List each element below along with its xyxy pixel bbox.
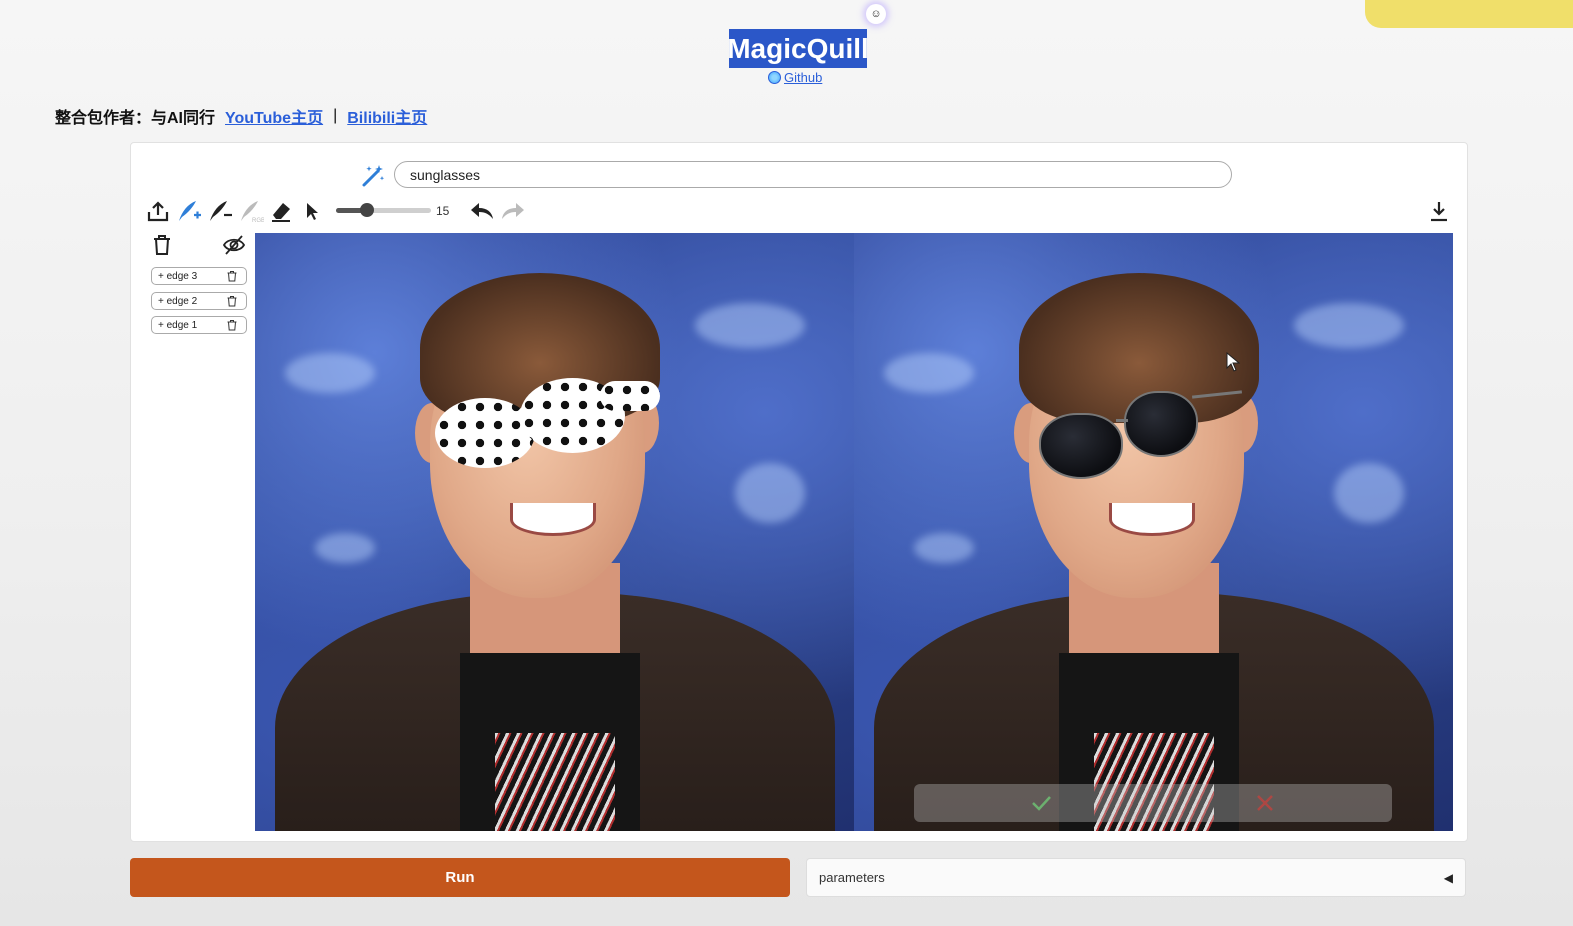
top-notice-tab[interactable]: [1365, 0, 1573, 28]
run-button[interactable]: Run: [130, 858, 790, 897]
collapse-arrow-icon[interactable]: ◀: [1444, 871, 1453, 885]
check-icon[interactable]: [1030, 792, 1052, 814]
layer-item[interactable]: + edge 2: [151, 292, 247, 310]
trash-icon[interactable]: [226, 319, 238, 331]
upload-icon[interactable]: [145, 198, 171, 224]
prompt-input[interactable]: [394, 161, 1232, 188]
layer-label: + edge 3: [158, 270, 198, 282]
parameters-label: parameters: [819, 870, 885, 885]
layer-item[interactable]: + edge 3: [151, 267, 247, 285]
download-icon[interactable]: [1426, 198, 1452, 224]
svg-text:RGB: RGB: [252, 218, 264, 223]
github-label[interactable]: Github: [784, 70, 822, 85]
avatar: ☺: [866, 4, 886, 24]
accept-reject-bar: [914, 784, 1392, 822]
pointer-icon[interactable]: [299, 198, 325, 224]
magic-wand-icon[interactable]: [361, 162, 387, 188]
input-canvas[interactable]: [255, 233, 854, 831]
credit-line: 整合包作者：与AI同行 YouTube主页 | Bilibili主页: [55, 104, 427, 128]
brush-size-slider[interactable]: [336, 203, 431, 217]
bilibili-link[interactable]: Bilibili主页: [347, 104, 427, 128]
eraser-icon[interactable]: [268, 198, 294, 224]
undo-icon[interactable]: [469, 198, 495, 224]
layer-label: + edge 1: [158, 319, 198, 331]
credit-label: 整合包作者：与AI同行: [55, 110, 216, 127]
trash-icon[interactable]: [150, 233, 174, 257]
page-title: MagicQuill: [727, 29, 869, 68]
github-link[interactable]: Github: [768, 70, 822, 85]
layer-item[interactable]: + edge 1: [151, 316, 247, 334]
parameters-accordion[interactable]: parameters ◀: [806, 858, 1466, 897]
color-brush-icon[interactable]: RGB: [238, 198, 264, 224]
link-separator: |: [333, 107, 338, 124]
redo-icon[interactable]: [500, 198, 526, 224]
brush-size-value: 15: [436, 204, 450, 218]
trash-icon[interactable]: [226, 270, 238, 282]
eye-off-icon[interactable]: [222, 233, 246, 257]
subtract-brush-icon[interactable]: [207, 198, 233, 224]
trash-icon[interactable]: [226, 295, 238, 307]
close-icon[interactable]: [1254, 792, 1276, 814]
globe-icon: [768, 71, 781, 84]
layer-label: + edge 2: [158, 295, 198, 307]
add-brush-icon[interactable]: [176, 198, 202, 224]
output-canvas[interactable]: [854, 233, 1453, 831]
youtube-link[interactable]: YouTube主页: [225, 104, 323, 128]
mouse-cursor: [1226, 352, 1240, 372]
